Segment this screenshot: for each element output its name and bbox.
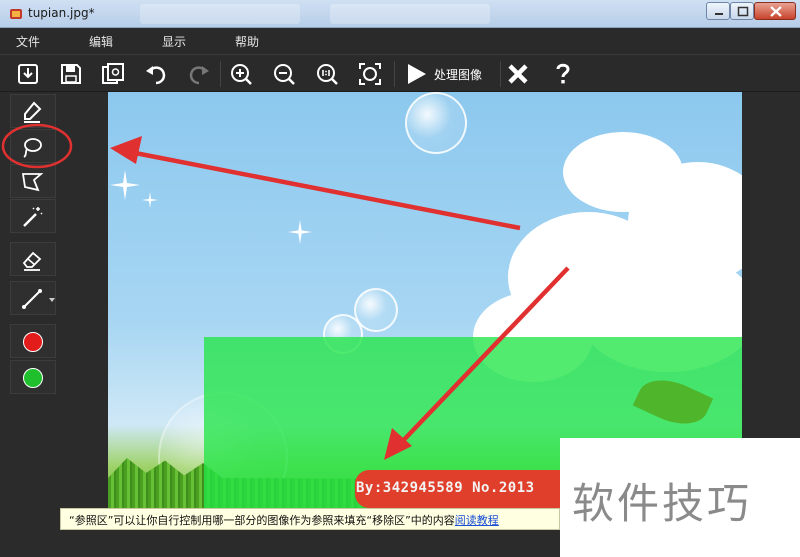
eraser-tool[interactable] bbox=[10, 242, 56, 276]
minimize-icon bbox=[715, 13, 723, 15]
process-image-label: 处理图像 bbox=[434, 68, 483, 82]
site-watermark-box: 软件技巧 bbox=[560, 438, 800, 557]
line-tool[interactable] bbox=[10, 281, 56, 315]
menu-view[interactable]: 显示 bbox=[162, 33, 186, 50]
marker-tool[interactable] bbox=[10, 94, 56, 128]
title-bar: tupian.jpg* bbox=[0, 0, 800, 28]
menu-file[interactable]: 文件 bbox=[16, 33, 40, 50]
magic-wand-icon bbox=[23, 207, 43, 227]
help-button[interactable] bbox=[550, 61, 576, 87]
close-icon bbox=[770, 6, 782, 17]
background-tab bbox=[140, 4, 300, 24]
save-copy-icon bbox=[102, 63, 124, 84]
zoom-out-button[interactable] bbox=[271, 61, 297, 87]
undo-button[interactable] bbox=[143, 61, 169, 87]
line-icon bbox=[22, 289, 42, 309]
lasso-tool[interactable] bbox=[10, 129, 56, 163]
polygon-lasso-tool[interactable] bbox=[10, 164, 56, 198]
cancel-button[interactable] bbox=[505, 61, 531, 87]
maximize-icon bbox=[737, 6, 749, 17]
zoom-out-icon bbox=[274, 64, 295, 85]
chevron-down-icon bbox=[49, 298, 55, 302]
sparkle-icon bbox=[288, 220, 312, 244]
save-copy-button[interactable] bbox=[100, 61, 126, 87]
green-color-swatch[interactable] bbox=[10, 360, 56, 394]
menu-help[interactable]: 帮助 bbox=[235, 33, 259, 50]
close-window-button[interactable] bbox=[754, 2, 796, 20]
hint-bar: “参照区”可以让你自行控制用哪一部分的图像作为参照来填充“移除区”中的内容阅读教… bbox=[60, 508, 560, 530]
menu-edit[interactable]: 编辑 bbox=[89, 33, 113, 50]
background-tab bbox=[330, 4, 490, 24]
lasso-icon bbox=[23, 138, 42, 158]
save-button[interactable] bbox=[58, 61, 84, 87]
hint-message: “参照区”可以让你自行控制用哪一部分的图像作为参照来填充“移除区”中的内容 bbox=[69, 514, 455, 527]
open-button[interactable] bbox=[15, 61, 41, 87]
zoom-fit-icon bbox=[359, 63, 381, 85]
redo-icon bbox=[189, 66, 209, 85]
maximize-button[interactable] bbox=[730, 2, 754, 20]
eraser-icon bbox=[22, 251, 42, 271]
image-watermark-text: By:342945589 No.2013 bbox=[356, 480, 535, 496]
menu-bar: 文件 编辑 显示 帮助 bbox=[0, 28, 800, 54]
undo-icon bbox=[146, 66, 166, 85]
toolbar-separator bbox=[394, 61, 395, 87]
read-tutorial-link[interactable]: 阅读教程 bbox=[455, 514, 499, 527]
save-icon bbox=[61, 64, 81, 84]
toolbar-separator bbox=[500, 61, 501, 87]
tool-panel bbox=[0, 92, 58, 557]
site-watermark-text: 软件技巧 bbox=[572, 479, 753, 528]
redo-button[interactable] bbox=[186, 61, 212, 87]
minimize-button[interactable] bbox=[706, 2, 730, 20]
app-window: tupian.jpg* 文件 编辑 显示 帮助 处理图像 By:34294558… bbox=[0, 0, 800, 557]
hint-text: “参照区”可以让你自行控制用哪一部分的图像作为参照来填充“移除区”中的内容阅读教… bbox=[69, 512, 499, 528]
help-icon bbox=[556, 63, 570, 84]
marker-icon bbox=[24, 101, 42, 123]
zoom-fit-button[interactable] bbox=[357, 61, 383, 87]
zoom-in-icon bbox=[231, 64, 252, 85]
zoom-in-button[interactable] bbox=[228, 61, 254, 87]
red-color-swatch[interactable] bbox=[10, 324, 56, 358]
red-dot bbox=[23, 332, 43, 352]
green-dot bbox=[23, 368, 43, 388]
sparkle-icon bbox=[110, 170, 140, 200]
toolbar: 处理图像 bbox=[0, 54, 800, 92]
app-icon bbox=[10, 9, 22, 19]
toolbar-separator bbox=[220, 61, 221, 87]
window-title: tupian.jpg* bbox=[28, 6, 95, 20]
open-icon bbox=[18, 64, 38, 84]
cancel-x-icon bbox=[508, 64, 528, 84]
sparkle-icon bbox=[142, 192, 158, 208]
process-image-button[interactable]: 处理图像 bbox=[403, 61, 495, 87]
bubble-shape bbox=[405, 92, 467, 154]
magic-wand-tool[interactable] bbox=[10, 199, 56, 233]
zoom-actual-button[interactable] bbox=[314, 61, 340, 87]
play-icon bbox=[408, 64, 426, 84]
zoom-1-1-icon bbox=[317, 64, 338, 85]
polygon-lasso-icon bbox=[21, 173, 44, 192]
